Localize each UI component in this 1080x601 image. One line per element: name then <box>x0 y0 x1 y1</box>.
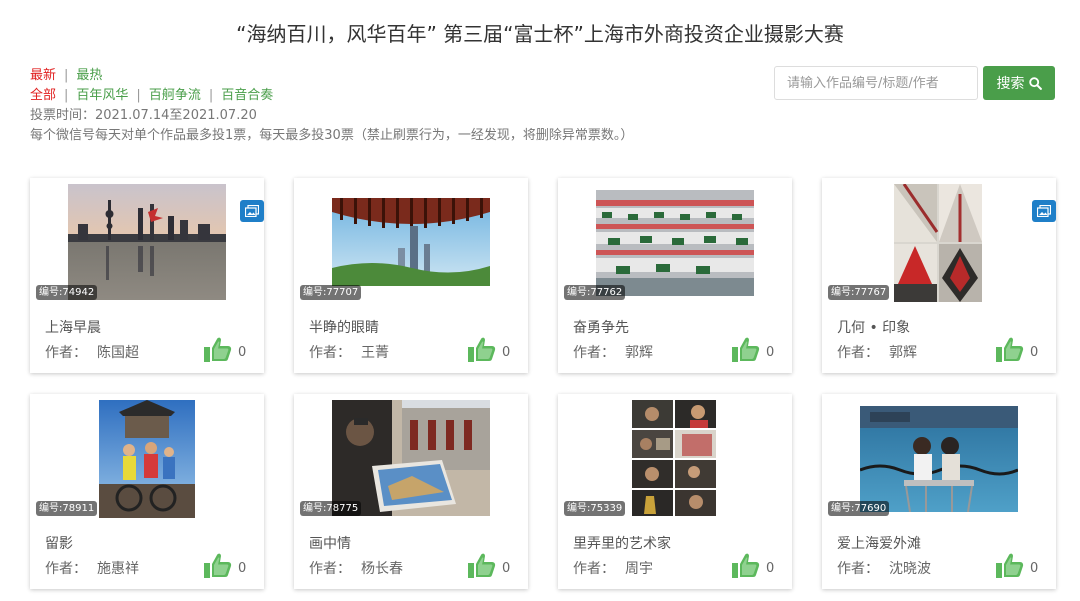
work-photo[interactable] <box>632 400 716 516</box>
vote-period: 投票时间：2021.07.14至2021.07.20 <box>30 108 257 123</box>
category-baiyinhezou-link[interactable]: 百音合奏 <box>221 88 273 103</box>
author-name: 周宇 <box>625 561 653 577</box>
sort-hottest-link[interactable]: 最热 <box>76 68 102 83</box>
multi-image-icon <box>1032 200 1056 222</box>
work-author: 作者： 杨长春 <box>309 558 403 578</box>
category-row: 全部 | 百年风华 | 百舸争流 | 百音合奏 <box>30 86 633 106</box>
author-name: 陈国超 <box>97 345 139 361</box>
work-author: 作者： 王菁 <box>309 342 389 362</box>
work-title[interactable]: 半睁的眼睛 <box>309 317 379 337</box>
vote-count: 0 <box>502 345 511 360</box>
work-photo[interactable] <box>332 198 490 286</box>
separator: | <box>64 88 69 103</box>
vote-count: 0 <box>766 345 775 360</box>
vote-count: 0 <box>238 345 247 360</box>
work-id-badge: 编号:77767 <box>828 285 890 300</box>
work-photo[interactable] <box>860 406 1018 512</box>
work-title[interactable]: 上海早晨 <box>45 317 101 337</box>
search-button[interactable]: 搜索 <box>983 66 1055 100</box>
work-title[interactable]: 里弄里的艺术家 <box>573 533 671 553</box>
author-name: 沈晓波 <box>889 561 931 577</box>
filter-panel: 最新 | 最热 全部 | 百年风华 | 百舸争流 | 百音合奏 投票时间：2021.07.14至… <box>30 66 633 146</box>
work-author: 作者： 陈国超 <box>45 342 139 362</box>
thumbs-up-icon[interactable] <box>200 333 234 369</box>
work-author: 作者： 沈晓波 <box>837 558 931 578</box>
author-label: 作者： <box>309 345 351 361</box>
separator: | <box>136 88 141 103</box>
vote-count: 0 <box>766 561 775 576</box>
search-icon <box>1028 76 1042 90</box>
work-card[interactable]: 编号:74942 上海早晨 作者： 陈国超 0 <box>30 178 264 373</box>
work-card[interactable]: 编号:78775 画中情 作者： 杨长春 0 <box>294 394 528 589</box>
work-card[interactable]: 编号:78911 留影 作者： 施惠祥 0 <box>30 394 264 589</box>
work-author: 作者： 郭辉 <box>573 342 653 362</box>
author-name: 郭辉 <box>889 345 917 361</box>
vote-rule: 每个微信号每天对单个作品最多投1票，每天最多投30票（禁止刷票行为，一经发现，将… <box>30 128 634 143</box>
work-author: 作者： 施惠祥 <box>45 558 139 578</box>
author-label: 作者： <box>837 345 879 361</box>
work-id-badge: 编号:74942 <box>36 285 98 300</box>
thumbs-up-icon[interactable] <box>728 333 762 369</box>
vote-count: 0 <box>1030 345 1039 360</box>
work-id-badge: 编号:77707 <box>300 285 362 300</box>
sort-row: 最新 | 最热 <box>30 66 633 86</box>
work-title[interactable]: 奋勇争先 <box>573 317 629 337</box>
thumbs-up-icon[interactable] <box>728 549 762 585</box>
work-id-badge: 编号:78911 <box>36 501 98 516</box>
work-author: 作者： 周宇 <box>573 558 653 578</box>
separator: | <box>208 88 214 103</box>
multi-image-icon <box>240 200 264 222</box>
work-photo[interactable] <box>99 400 195 518</box>
vote-count: 0 <box>238 561 247 576</box>
author-name: 王菁 <box>361 345 389 361</box>
category-baigezhengliu-link[interactable]: 百舸争流 <box>149 88 201 103</box>
work-title[interactable]: 几何 • 印象 <box>837 317 910 337</box>
work-photo[interactable] <box>68 184 226 300</box>
separator: | <box>64 68 69 83</box>
work-title[interactable]: 画中情 <box>309 533 351 553</box>
page-title: “海纳百川，风华百年” 第三届“富士杯”上海市外商投资企业摄影大赛 <box>236 22 844 46</box>
thumbs-up-icon[interactable] <box>992 333 1026 369</box>
vote-count: 0 <box>502 561 511 576</box>
thumbs-up-icon[interactable] <box>464 333 498 369</box>
author-label: 作者： <box>45 561 87 577</box>
author-label: 作者： <box>573 561 615 577</box>
category-all-link[interactable]: 全部 <box>30 88 56 103</box>
author-name: 郭辉 <box>625 345 653 361</box>
work-card[interactable]: 编号:77690 爱上海爱外滩 作者： 沈晓波 0 <box>822 394 1056 589</box>
author-label: 作者： <box>45 345 87 361</box>
thumbs-up-icon[interactable] <box>464 549 498 585</box>
search-input[interactable] <box>774 66 978 100</box>
work-title[interactable]: 爱上海爱外滩 <box>837 533 921 553</box>
work-id-badge: 编号:77762 <box>564 285 626 300</box>
work-title[interactable]: 留影 <box>45 533 73 553</box>
vote-count: 0 <box>1030 561 1039 576</box>
work-photo[interactable] <box>894 184 982 302</box>
sort-latest-link[interactable]: 最新 <box>30 68 56 83</box>
work-card[interactable]: 编号:75339 里弄里的艺术家 作者： 周宇 0 <box>558 394 792 589</box>
author-label: 作者： <box>837 561 879 577</box>
author-name: 施惠祥 <box>97 561 139 577</box>
work-author: 作者： 郭辉 <box>837 342 917 362</box>
work-photo[interactable] <box>332 400 490 516</box>
work-photo[interactable] <box>596 190 754 296</box>
thumbs-up-icon[interactable] <box>992 549 1026 585</box>
category-bainianfenghua-link[interactable]: 百年风华 <box>76 88 128 103</box>
work-id-badge: 编号:75339 <box>564 501 626 516</box>
work-id-badge: 编号:77690 <box>828 501 890 516</box>
author-name: 杨长春 <box>361 561 403 577</box>
search-button-label: 搜索 <box>996 76 1025 92</box>
work-card[interactable]: 编号:77762 奋勇争先 作者： 郭辉 0 <box>558 178 792 373</box>
work-card[interactable]: 编号:77707 半睁的眼睛 作者： 王菁 0 <box>294 178 528 373</box>
author-label: 作者： <box>573 345 615 361</box>
work-id-badge: 编号:78775 <box>300 501 362 516</box>
author-label: 作者： <box>309 561 351 577</box>
work-card[interactable]: 编号:77767 几何 • 印象 作者： 郭辉 0 <box>822 178 1056 373</box>
thumbs-up-icon[interactable] <box>200 549 234 585</box>
